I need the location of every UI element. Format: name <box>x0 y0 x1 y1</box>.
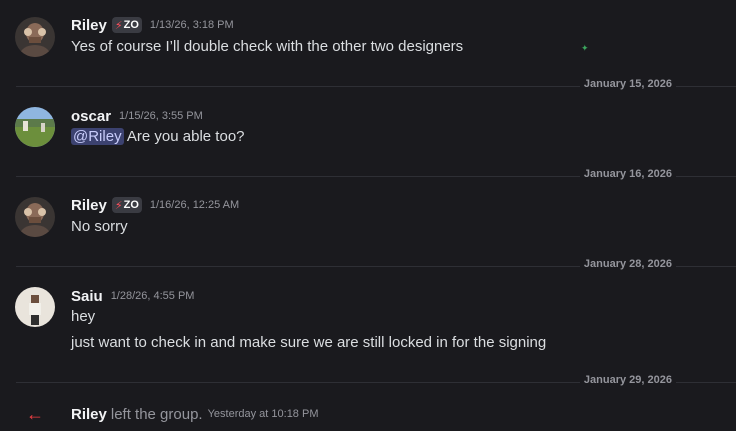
message-timestamp[interactable]: 1/15/26, 3:55 PM <box>119 110 203 122</box>
riley-avatar[interactable] <box>15 197 55 237</box>
oscar-avatar[interactable] <box>15 107 55 147</box>
date-divider: January 28, 2026 <box>16 258 736 270</box>
message-text: hey <box>71 308 96 325</box>
message-timestamp[interactable]: 1/13/26, 3:18 PM <box>150 19 234 31</box>
bolt-icon: ⚡ <box>114 199 123 212</box>
date-divider-label: January 16, 2026 <box>579 168 676 180</box>
username[interactable]: Riley <box>71 17 107 34</box>
date-divider: January 16, 2026 <box>16 168 736 180</box>
system-username[interactable]: Riley <box>71 406 107 423</box>
date-divider-label: January 29, 2026 <box>579 374 676 386</box>
username[interactable]: Riley <box>71 197 107 214</box>
message-text: just want to check in and make sure we a… <box>71 334 547 351</box>
date-divider-label: January 15, 2026 <box>579 78 676 90</box>
guild-tag[interactable]: ⚡ ZO <box>111 197 142 213</box>
bolt-icon: ⚡ <box>114 19 123 32</box>
message-header: oscar 1/15/26, 3:55 PM <box>71 106 203 126</box>
message-timestamp[interactable]: 1/28/26, 4:55 PM <box>111 290 195 302</box>
message-text: No sorry <box>71 218 128 235</box>
guild-tag-label: ZO <box>123 199 139 211</box>
username[interactable]: Saiu <box>71 288 103 305</box>
guild-tag-label: ZO <box>123 19 139 31</box>
status-dot-icon: ✦ <box>581 43 589 53</box>
message-timestamp[interactable]: 1/16/26, 12:25 AM <box>150 199 239 211</box>
message-header: Saiu 1/28/26, 4:55 PM <box>71 286 194 306</box>
chat-log: ✦ Riley ⚡ ZO 1/13/26, 3:18 PM Yes of cour… <box>0 0 736 431</box>
message-header: Riley ⚡ ZO 1/13/26, 3:18 PM <box>71 15 234 35</box>
message-text: Yes of course I’ll double check with the… <box>71 38 464 55</box>
message-text-body: Are you able too? <box>126 128 245 145</box>
user-mention[interactable]: @Riley <box>71 128 124 145</box>
message-text: @Riley Are you able too? <box>71 127 245 147</box>
date-divider-label: January 28, 2026 <box>579 258 676 270</box>
username[interactable]: oscar <box>71 108 111 125</box>
system-timestamp[interactable]: Yesterday at 10:18 PM <box>208 408 319 420</box>
system-action: left the group. <box>110 405 203 423</box>
saiu-avatar[interactable] <box>15 287 55 327</box>
message-header: Riley ⚡ ZO 1/16/26, 12:25 AM <box>71 195 239 215</box>
guild-tag[interactable]: ⚡ ZO <box>111 17 142 33</box>
leave-arrow-icon: ← <box>26 404 44 424</box>
system-message: Riley left the group. Yesterday at 10:18… <box>71 404 318 424</box>
date-divider: January 29, 2026 <box>16 374 736 386</box>
date-divider: January 15, 2026 <box>16 78 736 90</box>
riley-avatar[interactable] <box>15 17 55 57</box>
